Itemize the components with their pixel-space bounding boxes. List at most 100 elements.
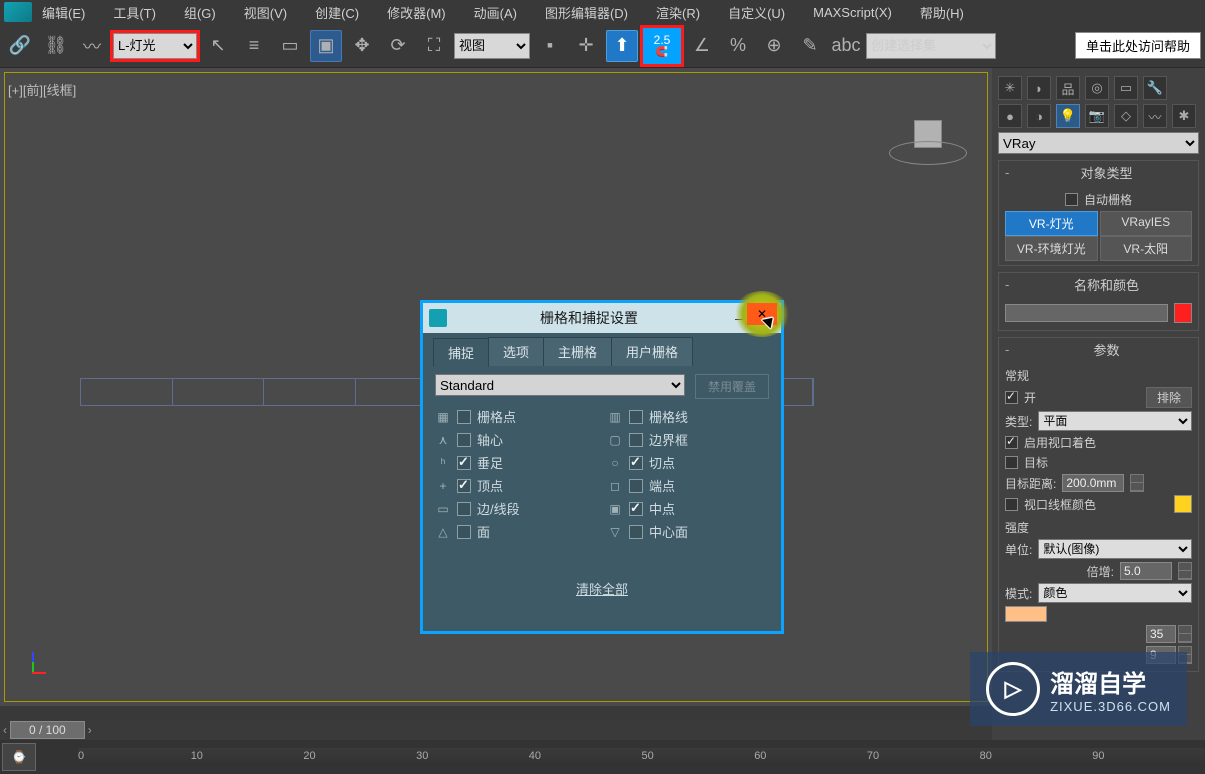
systems-cat-icon[interactable]: ✱: [1172, 104, 1196, 128]
spacewarps-cat-icon[interactable]: 〰: [1143, 104, 1167, 128]
vrlight-button[interactable]: VR-灯光: [1005, 211, 1098, 236]
exclude-button[interactable]: 排除: [1146, 387, 1192, 408]
cameras-cat-icon[interactable]: 📷: [1085, 104, 1109, 128]
create-tab-icon[interactable]: ✳: [998, 76, 1022, 100]
percent-snap-icon[interactable]: %: [722, 30, 754, 62]
use-center-icon[interactable]: ▪: [534, 30, 566, 62]
type-dropdown[interactable]: 平面: [1038, 411, 1192, 431]
menu-tools[interactable]: 工具(T): [113, 3, 156, 22]
tgtdist-input[interactable]: [1062, 474, 1124, 492]
unit-dropdown[interactable]: 默认(图像): [1038, 539, 1192, 559]
spinner-snap-icon[interactable]: ⊕: [758, 30, 790, 62]
geometry-cat-icon[interactable]: ●: [998, 104, 1022, 128]
tab-options[interactable]: 选项: [488, 337, 544, 366]
vpwire-checkbox[interactable]: [1005, 498, 1018, 511]
display-tab-icon[interactable]: ▭: [1114, 76, 1138, 100]
rotate-icon[interactable]: ⟳: [382, 30, 414, 62]
snap-toggle-button[interactable]: 2.5 🧲: [642, 27, 682, 65]
menu-group[interactable]: 组(G): [184, 3, 216, 22]
mult-spinner[interactable]: [1178, 562, 1192, 580]
wire-color-swatch[interactable]: [1174, 495, 1192, 513]
rect-select-icon[interactable]: ▭: [274, 30, 306, 62]
midpt-checkbox[interactable]: [629, 502, 643, 516]
perp-checkbox[interactable]: [457, 456, 471, 470]
autogrid-checkbox[interactable]: [1065, 193, 1078, 206]
menu-customize[interactable]: 自定义(U): [728, 3, 785, 22]
object-name-input[interactable]: [1005, 304, 1168, 322]
tangent-checkbox[interactable]: [629, 456, 643, 470]
scale-icon[interactable]: ⛶: [418, 30, 450, 62]
edge-checkbox[interactable]: [457, 502, 471, 516]
helpers-cat-icon[interactable]: ◇: [1114, 104, 1138, 128]
centerface-checkbox[interactable]: [629, 525, 643, 539]
vrsun-button[interactable]: VR-太阳: [1100, 236, 1193, 261]
dialog-titlebar[interactable]: 栅格和捕捉设置 — ▢: [423, 303, 781, 333]
menu-grapheditors[interactable]: 图形编辑器(D): [545, 3, 628, 22]
mode-dropdown[interactable]: 颜色: [1038, 583, 1192, 603]
vrenv-button[interactable]: VR-环境灯光: [1005, 236, 1098, 261]
renderer-dropdown[interactable]: VRay: [998, 132, 1199, 154]
utilities-tab-icon[interactable]: 🔧: [1143, 76, 1167, 100]
modify-tab-icon[interactable]: ◗: [1027, 76, 1051, 100]
tab-homegrid[interactable]: 主栅格: [543, 337, 612, 366]
disable-override-button[interactable]: 禁用覆盖: [695, 374, 769, 399]
viewport-label[interactable]: [+][前][线框]: [8, 80, 76, 99]
menu-rendering[interactable]: 渲染(R): [656, 3, 700, 22]
vertex-checkbox[interactable]: [457, 479, 471, 493]
window-crossing-icon[interactable]: ▣: [310, 30, 342, 62]
frame-ruler[interactable]: 0 10 20 30 40 50 60 70 80 90: [78, 748, 1205, 766]
namecolor-heading[interactable]: 名称和颜色: [1021, 275, 1192, 294]
time-slider-knob[interactable]: 0 / 100: [10, 721, 85, 739]
gridpt-checkbox[interactable]: [457, 410, 471, 424]
bbox-checkbox[interactable]: [629, 433, 643, 447]
stat1-input[interactable]: [1146, 625, 1176, 643]
clear-all-button[interactable]: 清除全部: [435, 579, 769, 598]
tgtdist-spinner[interactable]: [1130, 474, 1144, 492]
viewcube[interactable]: [888, 120, 968, 165]
stat1-spinner[interactable]: [1178, 625, 1192, 643]
mult-input[interactable]: [1120, 562, 1172, 580]
shapes-cat-icon[interactable]: ◑: [1027, 104, 1051, 128]
close-button[interactable]: ✕: [747, 303, 777, 325]
unlink-icon[interactable]: ⛓: [40, 30, 72, 62]
pivot-checkbox[interactable]: [457, 433, 471, 447]
time-slider[interactable]: ‹ 0 / 100 ›: [0, 720, 992, 740]
target-checkbox[interactable]: [1005, 456, 1018, 469]
menu-edit[interactable]: 编辑(E): [42, 3, 85, 22]
selection-filter-dropdown[interactable]: L-灯光: [113, 33, 197, 59]
motion-tab-icon[interactable]: ◎: [1085, 76, 1109, 100]
tab-usergrid[interactable]: 用户栅格: [611, 337, 693, 366]
light-color-swatch[interactable]: [1005, 606, 1047, 622]
time-next-icon[interactable]: ›: [85, 723, 95, 737]
help-tooltip[interactable]: 单击此处访问帮助: [1075, 32, 1201, 59]
face-checkbox[interactable]: [457, 525, 471, 539]
menu-maxscript[interactable]: MAXScript(X): [813, 5, 892, 20]
time-prev-icon[interactable]: ‹: [0, 723, 10, 737]
edit-named-sel-icon[interactable]: ✎: [794, 30, 826, 62]
link-icon[interactable]: 🔗: [4, 30, 36, 62]
viewport-area[interactable]: [+][前][线框] 栅格和捕捉设置 — ▢ ✕ 捕捉 选项 主栅格 用户栅格: [0, 68, 992, 706]
named-sel-list-icon[interactable]: abc: [830, 30, 862, 62]
manipulate-icon[interactable]: ✛: [570, 30, 602, 62]
on-checkbox[interactable]: [1005, 391, 1018, 404]
color-swatch[interactable]: [1174, 303, 1192, 323]
vrayies-button[interactable]: VRayIES: [1100, 211, 1193, 236]
move-icon[interactable]: ✥: [346, 30, 378, 62]
select-object-icon[interactable]: ↖: [202, 30, 234, 62]
menu-animation[interactable]: 动画(A): [474, 3, 517, 22]
ref-coord-dropdown[interactable]: 视图: [454, 33, 530, 59]
select-by-name-icon[interactable]: ≡: [238, 30, 270, 62]
snap-type-dropdown[interactable]: Standard: [435, 374, 685, 396]
objtype-heading[interactable]: 对象类型: [1021, 163, 1192, 182]
params-heading[interactable]: 参数: [1021, 340, 1192, 359]
menu-create[interactable]: 创建(C): [315, 3, 359, 22]
menu-views[interactable]: 视图(V): [244, 3, 287, 22]
lights-cat-icon[interactable]: 💡: [1056, 104, 1080, 128]
keyboard-shortcut-icon[interactable]: ⬆: [606, 30, 638, 62]
menu-modifiers[interactable]: 修改器(M): [387, 3, 446, 22]
tab-snap[interactable]: 捕捉: [433, 338, 489, 367]
hierarchy-tab-icon[interactable]: 品: [1056, 76, 1080, 100]
named-selection-dropdown[interactable]: 创建选择集: [866, 33, 996, 59]
endpt-checkbox[interactable]: [629, 479, 643, 493]
gridln-checkbox[interactable]: [629, 410, 643, 424]
